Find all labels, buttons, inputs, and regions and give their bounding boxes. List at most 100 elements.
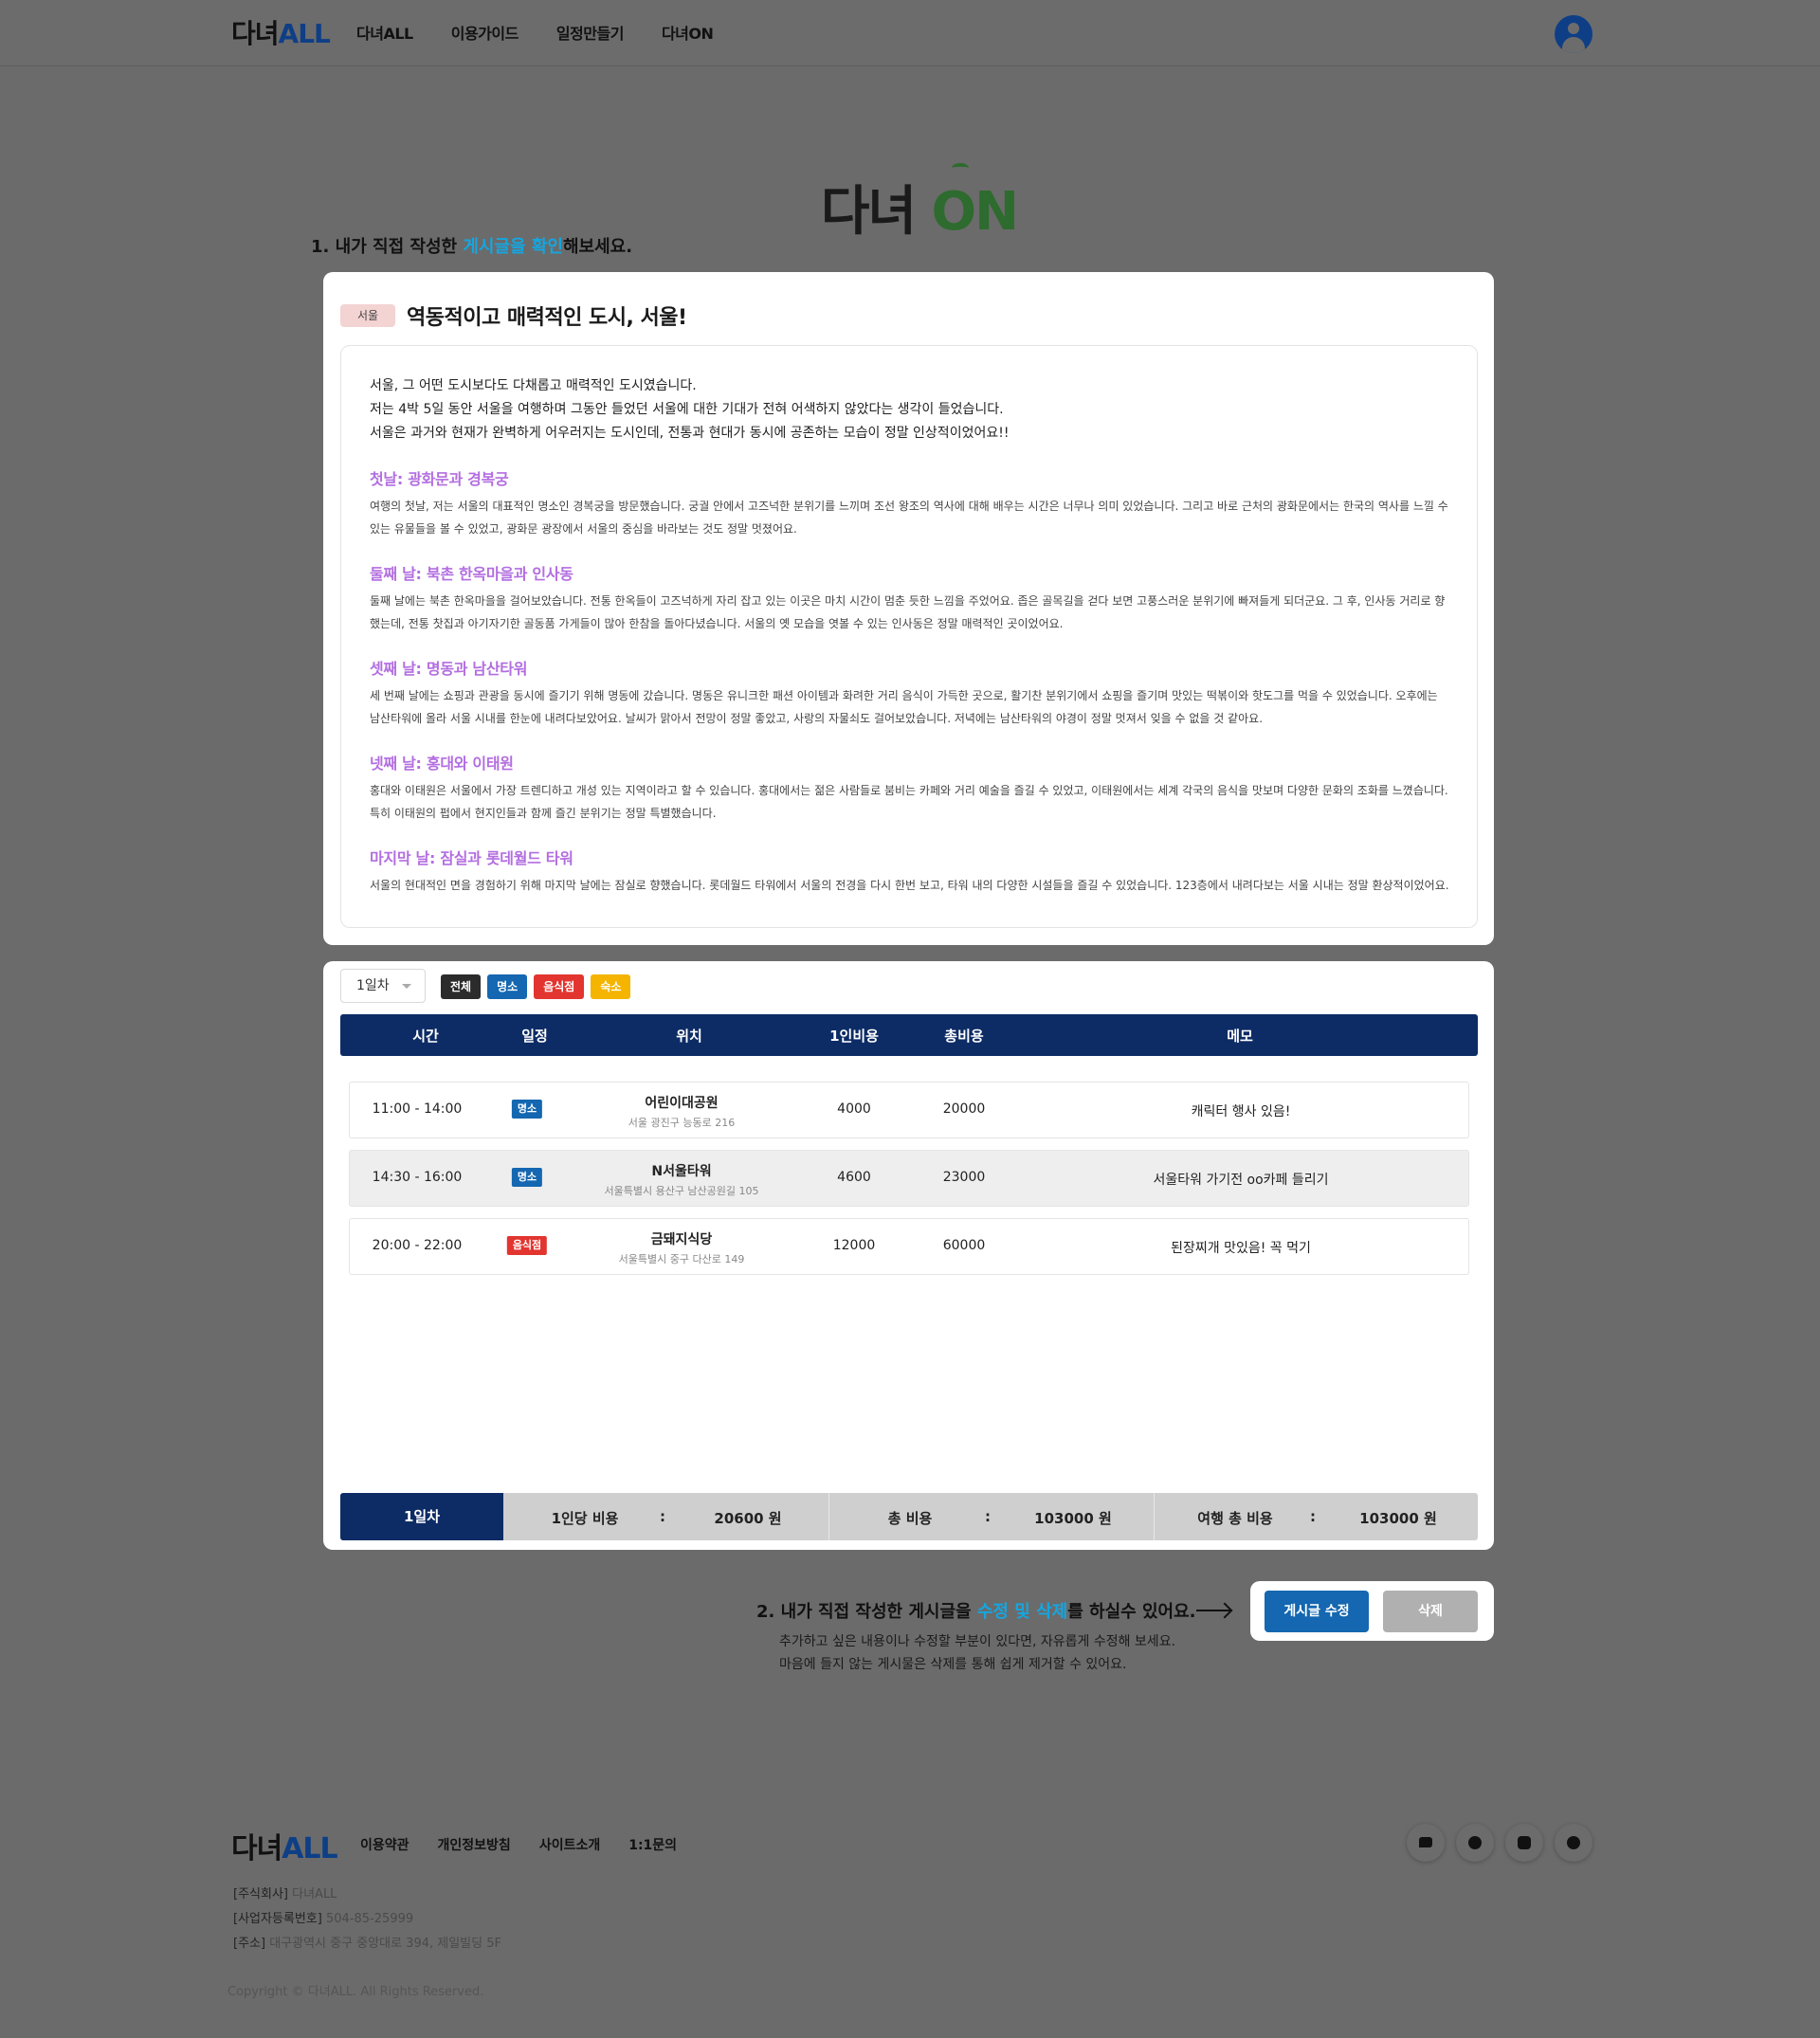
schedule-row[interactable]: 20:00 - 22:00 음식점 금돼지식당 서울특별시 중구 다산로 149…	[349, 1218, 1469, 1275]
summary-colon: :	[660, 1508, 665, 1525]
day-heading: 셋째 날: 명동과 남산타워	[370, 660, 528, 678]
row-type-badge: 명소	[511, 1168, 543, 1187]
footer-link-privacy[interactable]: 개인정보방침	[438, 1835, 511, 1854]
kakao-talk-icon[interactable]	[1407, 1824, 1445, 1862]
section2-suffix: 를 하실수 있어요.	[1067, 1602, 1196, 1622]
company-line: [주소] 대구광역시 중구 중앙대로 394, 제일빌딩 5F	[233, 1932, 501, 1956]
row-total-cost: 20000	[942, 1101, 986, 1117]
nav-item-daniall[interactable]: 다녀ALL	[356, 21, 413, 44]
footer-nav: 이용약관 개인정보방침 사이트소개 1:1문의	[360, 1835, 705, 1854]
row-memo: 된장찌개 맛있음! 꼭 먹기	[1171, 1241, 1311, 1256]
post-title: 역동적이고 매력적인 도시, 서울!	[407, 306, 687, 330]
user-avatar-icon[interactable]	[1555, 15, 1592, 53]
footer-logo[interactable]: 다녀ALL	[231, 1825, 338, 1866]
day-heading: 첫날: 광화문과 경복궁	[370, 470, 509, 488]
footer-link-about[interactable]: 사이트소개	[539, 1835, 600, 1854]
edit-description-line: 마음에 들지 않는 게시물은 삭제를 통해 쉽게 제거할 수 있어요.	[779, 1657, 1127, 1672]
row-cost-per-person: 12000	[832, 1238, 876, 1253]
company-value: 다녀ALL	[292, 1887, 337, 1902]
row-place-address: 서울 광진구 능동로 216	[628, 1117, 736, 1129]
section2-prefix: 2. 내가 직접 작성한 게시글을	[756, 1602, 977, 1622]
filter-lodging[interactable]: 숙소	[591, 974, 631, 999]
summary-trip-total-value: 103000 원	[1359, 1510, 1437, 1527]
nav-item-danion[interactable]: 다녀ON	[662, 21, 714, 44]
company-line: [주식회사] 다녀ALL	[233, 1883, 501, 1907]
section-title-edit-post: 2. 내가 직접 작성한 게시글을 수정 및 삭제를 하실수 있어요.	[756, 1598, 1196, 1623]
youtube-icon[interactable]	[1555, 1824, 1592, 1862]
summary-day-tab[interactable]: 1일차	[340, 1493, 503, 1540]
company-line: [사업자등록번호] 504-85-25999	[233, 1907, 501, 1932]
cost-summary-bar: 1일차 1인당 비용 : 20600 원 총 비용 : 103000 원 여행 …	[340, 1493, 1478, 1540]
row-time: 20:00 - 22:00	[372, 1238, 463, 1253]
summary-divider	[828, 1493, 829, 1540]
summary-divider	[1154, 1493, 1155, 1540]
summary-per-person-value: 20600 원	[714, 1510, 782, 1527]
row-total-cost: 23000	[942, 1170, 986, 1185]
facebook-icon[interactable]	[1456, 1824, 1494, 1862]
day-heading: 둘째 날: 북촌 한옥마을과 인사동	[370, 565, 573, 583]
logo-text-prefix: 다녀	[231, 18, 280, 49]
company-value: 대구광역시 중구 중앙대로 394, 제일빌딩 5F	[269, 1937, 501, 1951]
row-place-name: N서울타워	[651, 1164, 712, 1179]
column-header: 위치	[676, 1028, 702, 1045]
delete-post-button[interactable]: 삭제	[1383, 1591, 1478, 1632]
day-text: 여행의 첫날, 저는 서울의 대표적인 명소인 경복궁을 방문했습니다. 궁궐 …	[370, 500, 1448, 536]
main-nav: 다녀ALL 이용가이드 일정만들기 다녀ON	[356, 21, 751, 44]
day-select[interactable]: 1일차	[340, 969, 426, 1003]
row-place-address: 서울특별시 중구 다산로 149	[618, 1253, 745, 1265]
column-header: 1인비용	[829, 1028, 879, 1045]
row-place-name: 어린이대공원	[645, 1096, 719, 1111]
footer-link-inquiry[interactable]: 1:1문의	[628, 1835, 677, 1854]
schedule-row[interactable]: 14:30 - 16:00 명소 N서울타워 서울특별시 용산구 남산공원길 1…	[349, 1150, 1469, 1207]
edit-post-button[interactable]: 게시글 수정	[1265, 1591, 1369, 1632]
day-text: 서울의 현대적인 면을 경험하기 위해 마지막 날에는 잠실로 향했습니다. 롯…	[370, 879, 1449, 892]
column-header: 메모	[1227, 1028, 1253, 1045]
nav-item-plan[interactable]: 일정만들기	[556, 21, 625, 44]
edit-description-line: 추가하고 싶은 내용이나 수정할 부분이 있다면, 자유롭게 수정해 보세요.	[779, 1634, 1176, 1649]
company-label: [주식회사]	[233, 1887, 288, 1902]
post-body: 서울, 그 어떤 도시보다도 다채롭고 매력적인 도시였습니다. 저는 4박 5…	[340, 345, 1478, 928]
company-label: [사업자등록번호]	[233, 1912, 322, 1926]
instagram-icon[interactable]	[1505, 1824, 1543, 1862]
intro-line: 저는 4박 5일 동안 서울을 여행하며 그동안 들었던 서울에 대한 기대가 …	[370, 402, 1004, 417]
site-header: 다녀ALL 다녀ALL 이용가이드 일정만들기 다녀ON	[0, 0, 1820, 66]
nav-item-guide[interactable]: 이용가이드	[451, 21, 519, 44]
day-heading: 마지막 날: 잠실과 롯데월드 타워	[370, 849, 573, 867]
edit-description: 추가하고 싶은 내용이나 수정할 부분이 있다면, 자유롭게 수정해 보세요. …	[779, 1630, 1175, 1676]
section1-highlight: 게시글을 확인	[463, 237, 563, 257]
section1-suffix: 해보세요.	[563, 237, 633, 257]
footer-link-terms[interactable]: 이용약관	[360, 1835, 410, 1854]
logo-text-suffix: ALL	[278, 18, 331, 49]
danion-logo: 다녀 ON	[821, 169, 1019, 246]
row-time: 14:30 - 16:00	[372, 1170, 463, 1185]
summary-colon: :	[1310, 1508, 1316, 1525]
copyright: Copyright © 다녀ALL. All Rights Reserved.	[228, 1985, 484, 1999]
row-memo: 캐릭터 행사 있음!	[1191, 1104, 1291, 1119]
row-cost-per-person: 4600	[837, 1170, 871, 1185]
filter-all[interactable]: 전체	[441, 974, 482, 999]
row-type-badge: 명소	[511, 1100, 543, 1119]
day-section-4: 넷째 날: 홍대와 이태원 홍대와 이태원은 서울에서 가장 트렌디하고 개성 …	[370, 751, 1450, 825]
post-actions-card: 게시글 수정 삭제	[1250, 1581, 1494, 1641]
column-header: 일정	[521, 1028, 548, 1045]
filter-sight[interactable]: 명소	[487, 974, 528, 999]
summary-per-person-label: 1인당 비용	[551, 1510, 619, 1527]
column-header: 시간	[412, 1028, 439, 1045]
row-cost-per-person: 4000	[837, 1101, 871, 1117]
site-logo[interactable]: 다녀ALL	[231, 13, 331, 51]
schedule-table-header: 시간 일정 위치 1인비용 총비용 메모	[340, 1014, 1478, 1056]
intro-line: 서울, 그 어떤 도시보다도 다채롭고 매력적인 도시였습니다.	[370, 378, 697, 393]
row-time: 11:00 - 14:00	[372, 1101, 463, 1117]
row-location: 금돼지식당 서울특별시 중구 다산로 149	[619, 1229, 745, 1266]
hero-logo-prefix: 다녀	[821, 181, 932, 243]
row-place-address: 서울특별시 용산구 남산공원길 105	[604, 1185, 759, 1197]
row-total-cost: 60000	[942, 1238, 986, 1253]
day-heading: 넷째 날: 홍대와 이태원	[370, 755, 514, 773]
footer-logo-prefix: 다녀	[231, 1832, 282, 1865]
filter-restaurant[interactable]: 음식점	[534, 974, 585, 999]
row-location: N서울타워 서울특별시 용산구 남산공원길 105	[604, 1161, 758, 1198]
footer-logo-suffix: ALL	[282, 1832, 337, 1865]
leaf-icon	[952, 163, 969, 173]
schedule-row[interactable]: 11:00 - 14:00 명소 어린이대공원 서울 광진구 능동로 216 4…	[349, 1082, 1469, 1138]
summary-total-value: 103000 원	[1034, 1510, 1112, 1527]
